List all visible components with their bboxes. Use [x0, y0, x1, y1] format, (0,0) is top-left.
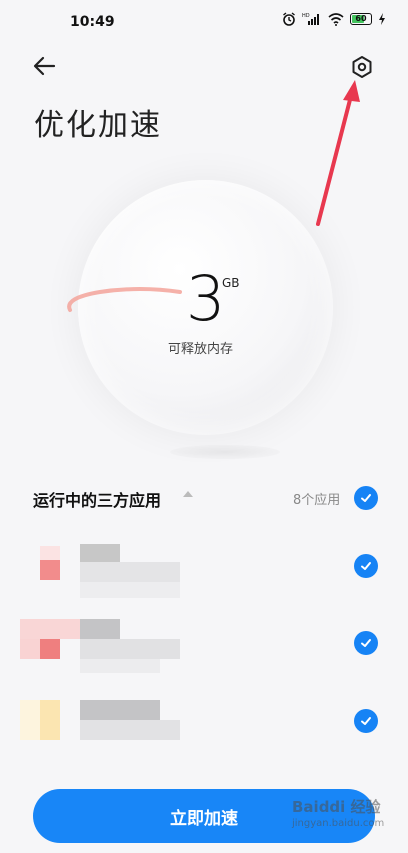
free-memory-label: 可释放内存: [168, 342, 234, 357]
apps-section-header[interactable]: 运行中的三方应用 8个应用: [33, 487, 383, 511]
list-item[interactable]: [18, 542, 358, 602]
app-detail-redacted: [80, 659, 160, 673]
app-icon-blur: [40, 546, 60, 560]
app-icon-blur: [20, 639, 40, 659]
app-icon: [40, 639, 60, 659]
alarm-icon: [283, 12, 295, 26]
free-memory-value: 3: [186, 262, 226, 335]
list-item[interactable]: [18, 698, 358, 758]
app-checkbox[interactable]: [354, 631, 378, 655]
free-memory-unit: GB: [222, 276, 240, 290]
clock: 10:49: [70, 14, 115, 30]
orb-shadow: [170, 445, 280, 459]
app-detail-redacted: [80, 582, 180, 598]
list-item[interactable]: [18, 617, 358, 677]
watermark-logo: Baiddi 经验: [292, 798, 381, 816]
battery-icon: 60: [350, 13, 372, 25]
app-icon: [40, 700, 60, 740]
settings-button[interactable]: [347, 52, 377, 82]
app-detail-redacted: [80, 562, 180, 582]
app-icon-blur: [20, 700, 40, 740]
app-name-redacted: [80, 619, 120, 639]
check-icon: [361, 562, 371, 570]
settings-hexagon-icon: [352, 56, 372, 78]
app-name-redacted: [80, 544, 120, 562]
charging-icon: [379, 13, 385, 25]
status-bar: 10:49 HD 60: [0, 0, 408, 44]
status-icons: HD 60: [282, 12, 386, 26]
app-name-redacted: [80, 700, 160, 720]
collapse-caret-icon[interactable]: [183, 491, 193, 497]
app-count: 8个应用: [293, 493, 341, 508]
battery-level: 60: [355, 14, 367, 23]
wifi-icon: [328, 12, 344, 26]
page-title: 优化加速: [34, 108, 162, 143]
app-checkbox[interactable]: [354, 709, 378, 733]
orbit-ring: [67, 287, 182, 312]
check-icon: [361, 639, 371, 647]
app-checkbox[interactable]: [354, 554, 378, 578]
back-button[interactable]: [30, 52, 62, 80]
select-all-checkbox[interactable]: [354, 486, 378, 510]
app-detail-redacted: [80, 720, 180, 740]
check-icon: [361, 494, 371, 502]
app-icon-blur: [20, 619, 80, 639]
app-detail-redacted: [80, 639, 180, 659]
hd-signal-icon: HD: [302, 13, 319, 25]
check-icon: [361, 717, 371, 725]
back-arrow-icon: [33, 56, 56, 76]
watermark-url: jingyan.baidu.com: [292, 818, 385, 829]
svg-text:HD: HD: [302, 13, 310, 19]
section-title: 运行中的三方应用: [33, 491, 162, 510]
app-icon: [40, 560, 60, 580]
